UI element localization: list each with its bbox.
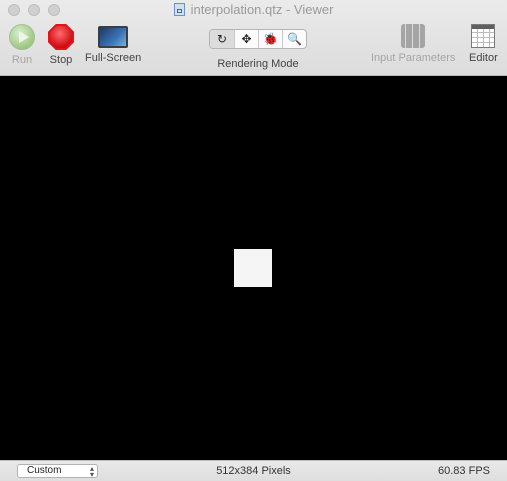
resolution-text: 512x384 Pixels xyxy=(216,465,291,477)
rendering-mode-label: Rendering Mode xyxy=(217,58,299,70)
editor-button[interactable]: Editor xyxy=(469,24,498,65)
run-button[interactable]: Run xyxy=(9,24,35,67)
grid-icon xyxy=(471,24,496,48)
title-toolbar: interpolation.qtz - Viewer Run Stop Full… xyxy=(0,0,507,76)
sliders-icon xyxy=(401,24,426,48)
input-parameters-button[interactable]: Input Parameters xyxy=(371,24,455,65)
input-parameters-label: Input Parameters xyxy=(371,52,456,64)
display-icon xyxy=(98,26,129,48)
stop-button[interactable]: Stop xyxy=(48,24,74,67)
document-icon xyxy=(173,3,185,16)
magnify-icon[interactable]: 🔍 xyxy=(282,30,306,48)
fullscreen-label: Full-Screen xyxy=(85,52,142,64)
stop-icon xyxy=(48,24,74,50)
fullscreen-button[interactable]: Full-Screen xyxy=(85,24,141,65)
play-icon xyxy=(9,24,35,50)
viewer-window: interpolation.qtz - Viewer Run Stop Full… xyxy=(0,0,507,481)
window-title: interpolation.qtz - Viewer xyxy=(0,2,507,18)
rendering-mode-control: ↻ ✥ 🐞 🔍 xyxy=(209,29,307,49)
debug-bug-icon[interactable]: 🐞 xyxy=(258,30,282,48)
stop-label: Stop xyxy=(49,54,73,66)
window-title-text: interpolation.qtz - Viewer xyxy=(190,2,334,17)
editor-label: Editor xyxy=(469,52,498,64)
run-label: Run xyxy=(11,54,33,66)
rotate-mode-icon[interactable]: ↻ xyxy=(210,30,234,48)
status-bar: Custom ▴ ▾ 512x384 Pixels 60.83 FPS xyxy=(0,460,507,481)
fps-readout: 60.83 FPS xyxy=(438,465,490,477)
rendered-square xyxy=(234,249,272,287)
move-mode-icon[interactable]: ✥ xyxy=(234,30,258,48)
render-canvas[interactable] xyxy=(0,76,507,460)
